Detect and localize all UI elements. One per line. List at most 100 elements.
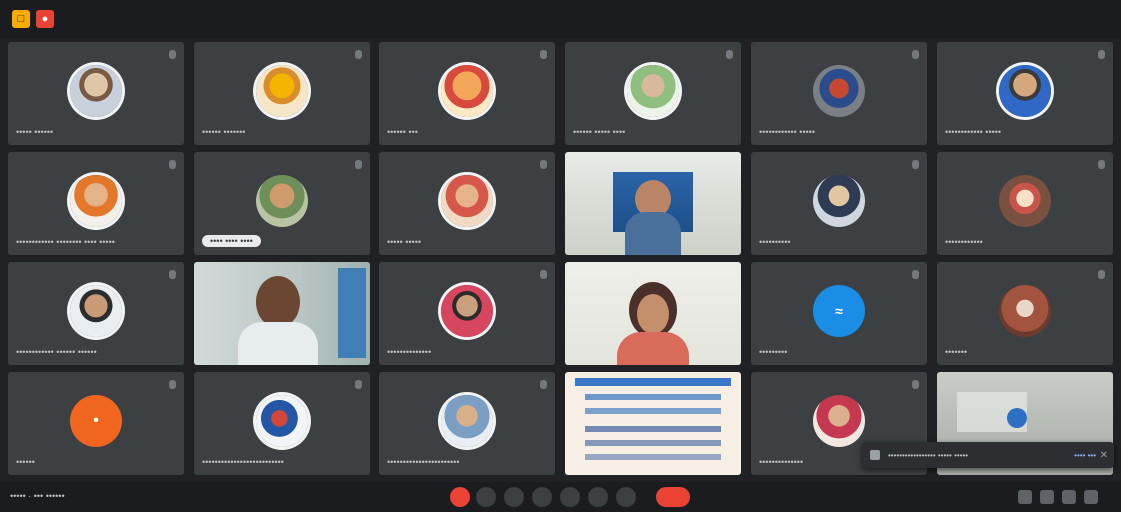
avatar	[441, 395, 493, 448]
participant-tile[interactable]: •••••••••••• •••••••• •••• •••••	[8, 152, 184, 255]
participant-tile[interactable]: •••••••••••••••••••••••	[379, 372, 555, 475]
camera-feed	[565, 152, 741, 255]
mic-off-icon	[169, 160, 176, 169]
mic-off-icon	[169, 270, 176, 279]
participant-tile[interactable]: •••••••••••• •••••	[751, 42, 927, 145]
leave-call-button[interactable]	[656, 487, 690, 507]
mic-off-icon	[912, 380, 919, 389]
avatar	[256, 395, 308, 448]
reactions-button[interactable]	[588, 487, 608, 507]
avatar	[256, 65, 308, 118]
participant-name: •••••••	[945, 347, 968, 357]
participant-screen-share[interactable]	[565, 372, 741, 475]
camera-feed	[565, 262, 741, 365]
camera-button[interactable]	[476, 487, 496, 507]
mic-off-icon	[912, 50, 919, 59]
shared-screen	[565, 372, 741, 475]
participant-tile[interactable]: ••••••••••••••••••••••••••	[194, 372, 370, 475]
avatar	[70, 285, 122, 338]
notification-toast[interactable]: ••••••••••••••••• ••••• ••••• •••• ••• ✕	[862, 442, 1114, 468]
participant-name: •••• •••• ••••	[202, 235, 261, 247]
participant-tile[interactable]: ••••••••••	[751, 152, 927, 255]
participant-tile[interactable]: • ••••••	[8, 372, 184, 475]
mic-button[interactable]	[450, 487, 470, 507]
mic-off-icon	[912, 160, 919, 169]
participant-tile[interactable]: ••••• •••••	[379, 152, 555, 255]
participant-tile[interactable]: ••••••••••••	[937, 152, 1113, 255]
avatar	[999, 175, 1051, 228]
participant-tile[interactable]: •••••• •••••••	[194, 42, 370, 145]
participant-name: •••••• ••••• ••••	[573, 127, 626, 137]
participant-video[interactable]	[565, 262, 741, 365]
participant-name: ••••••••••••••••••••••••••	[202, 457, 284, 467]
mic-off-icon	[169, 380, 176, 389]
captions-button[interactable]	[504, 487, 524, 507]
more-options-button[interactable]	[616, 487, 636, 507]
participant-tile[interactable]: •••••••	[937, 262, 1113, 365]
participant-name: •••••• •••	[387, 127, 418, 137]
avatar	[813, 65, 865, 118]
participant-name: ••••••••••	[759, 237, 791, 247]
people-icon	[870, 450, 880, 460]
avatar	[813, 175, 865, 228]
camera-feed	[194, 262, 370, 365]
avatar	[70, 175, 122, 228]
participant-grid: ••••• •••••• •••••• ••••••• •••••• ••• •…	[8, 42, 1118, 478]
avatar	[813, 395, 865, 448]
participant-name: ••••••••••••••	[759, 457, 804, 467]
mic-off-icon	[912, 270, 919, 279]
info-icon[interactable]	[1018, 490, 1032, 504]
participant-tile[interactable]: •••• •••• ••••	[194, 152, 370, 255]
toast-text: ••••••••••••••••• ••••• •••••	[888, 450, 969, 460]
participant-name: •••••••••	[759, 347, 788, 357]
participant-video[interactable]	[565, 152, 741, 255]
participant-name: •••••••••••••••••••••••	[387, 457, 460, 467]
present-button[interactable]	[560, 487, 580, 507]
participant-name: •••••••••••• •••••	[759, 127, 816, 137]
avatar-initials: •	[70, 395, 122, 448]
mic-off-icon	[540, 160, 547, 169]
avatar	[999, 65, 1051, 118]
participant-video[interactable]	[194, 262, 370, 365]
mic-off-icon	[726, 50, 733, 59]
mic-off-icon	[540, 50, 547, 59]
participant-tile[interactable]: •••••• •••	[379, 42, 555, 145]
mic-off-icon	[1098, 270, 1105, 279]
participant-name: •••••••••••• •••••• ••••••	[16, 347, 97, 357]
participant-tile[interactable]: ≈ •••••••••	[751, 262, 927, 365]
toast-action[interactable]: •••• •••	[1074, 451, 1096, 460]
activities-icon[interactable]	[1084, 490, 1098, 504]
participant-tile[interactable]: •••••••••••• •••••• ••••••	[8, 262, 184, 365]
close-icon[interactable]: ✕	[1100, 450, 1108, 461]
participant-name: ••••••	[16, 457, 35, 467]
control-bar: ••••• · ••• ••••••	[0, 482, 1121, 512]
avatar: ≈	[813, 285, 865, 338]
participant-name: •••••• •••••••	[202, 127, 246, 137]
people-icon[interactable]	[1040, 490, 1054, 504]
participant-name: ••••• •••••	[387, 237, 422, 247]
avatar	[256, 175, 308, 228]
participant-tile[interactable]: ••••• ••••••	[8, 42, 184, 145]
top-bar: □ ●	[0, 0, 1121, 38]
record-icon[interactable]: ●	[36, 10, 54, 28]
avatar	[441, 285, 493, 338]
chat-icon[interactable]	[1062, 490, 1076, 504]
participant-name: •••••••••••• •••••••• •••• •••••	[16, 237, 115, 247]
app-icon[interactable]: □	[12, 10, 30, 28]
participant-name: •••••••••••• •••••	[945, 127, 1002, 137]
mic-off-icon	[355, 160, 362, 169]
participant-name: ••••••••••••	[945, 237, 983, 247]
raise-hand-button[interactable]	[532, 487, 552, 507]
avatar	[70, 65, 122, 118]
participant-tile[interactable]: •••••• ••••• ••••	[565, 42, 741, 145]
avatar	[441, 175, 493, 228]
mic-off-icon	[1098, 160, 1105, 169]
mic-off-icon	[355, 380, 362, 389]
mic-off-icon	[540, 380, 547, 389]
participant-tile[interactable]: ••••••••••••••	[379, 262, 555, 365]
participant-tile[interactable]: •••••••••••• •••••	[937, 42, 1113, 145]
mic-off-icon	[169, 50, 176, 59]
avatar	[627, 65, 679, 118]
participant-name: ••••• ••••••	[16, 127, 54, 137]
avatar	[999, 285, 1051, 338]
